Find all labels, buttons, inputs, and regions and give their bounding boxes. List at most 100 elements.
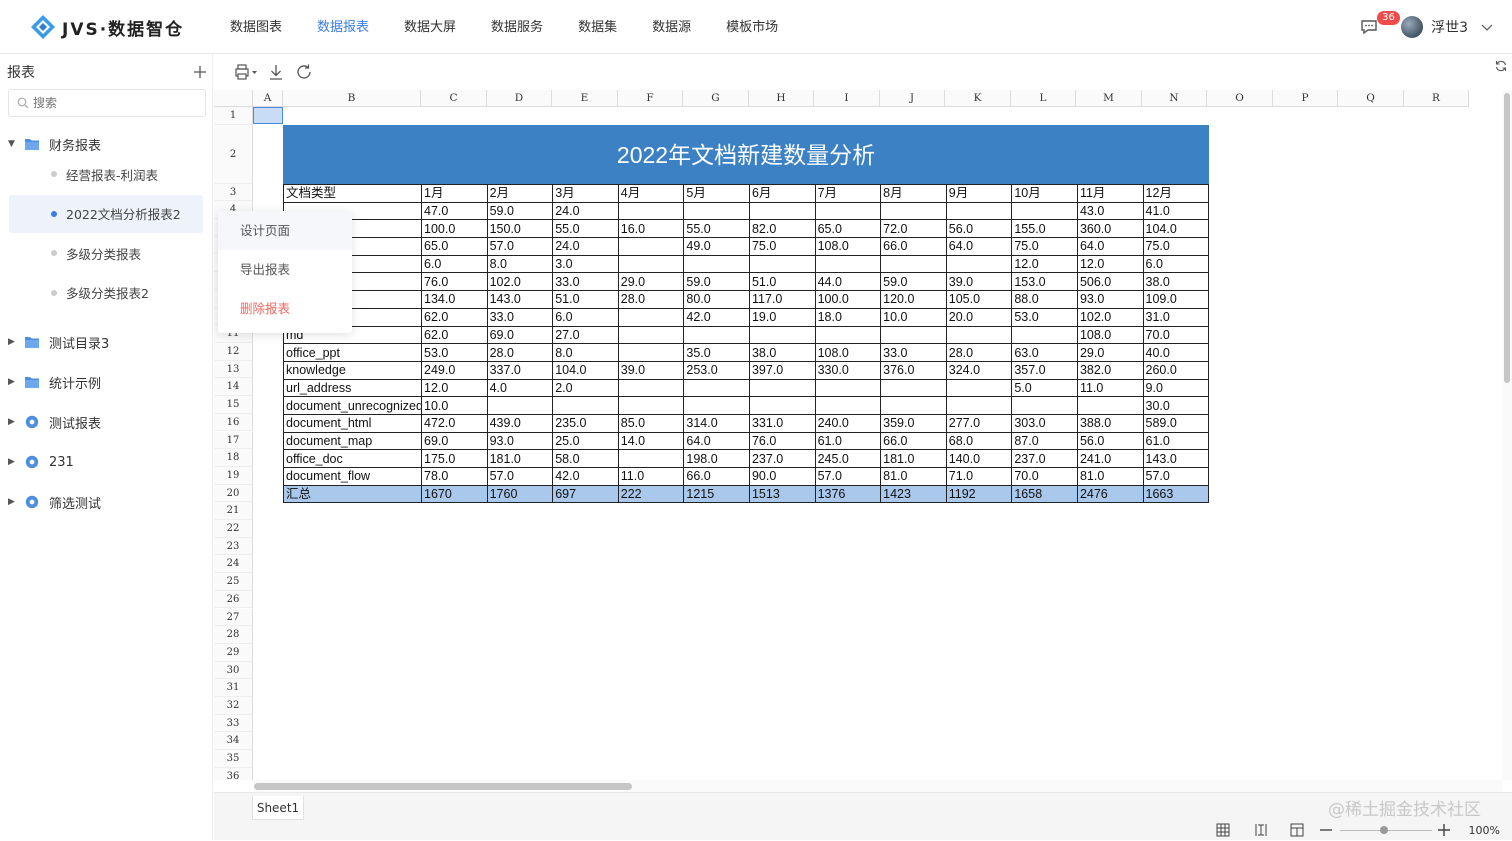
table-cell[interactable]: 100.0 [814,290,882,309]
table-cell[interactable]: 72.0 [880,219,947,239]
tree-report-3[interactable]: 多级分类报表2 [9,274,203,312]
tree-folder-1[interactable]: ▶ 测试目录3 [0,323,213,361]
column-header[interactable]: J [880,90,945,107]
table-cell[interactable]: 143.0 [1142,449,1210,468]
row-header[interactable]: 27 [214,608,253,627]
table-cell[interactable]: 357.0 [1011,360,1078,380]
table-cell[interactable] [814,396,882,415]
table-cell[interactable]: 277.0 [945,413,1013,433]
table-cell[interactable]: 1658 [1011,484,1078,504]
table-cell[interactable]: 1670 [421,484,488,504]
column-header[interactable]: F [618,90,683,107]
table-cell[interactable]: 108.0 [814,343,882,362]
table-cell[interactable]: 11.0 [1076,378,1144,398]
table-cell[interactable]: 303.0 [1011,413,1078,433]
table-cell[interactable]: 198.0 [683,449,750,468]
username[interactable]: 浮世3 [1431,17,1468,37]
table-cell[interactable] [617,449,685,468]
table-cell[interactable]: 62.0 [421,325,488,345]
row-header[interactable]: 33 [214,714,253,733]
column-header[interactable]: G [683,90,749,107]
table-cell[interactable]: 108.0 [1076,325,1144,345]
table-cell[interactable]: 222 [617,484,685,504]
table-cell[interactable]: 109.0 [1142,290,1210,309]
table-cell[interactable]: office_ppt [283,343,422,362]
message-icon[interactable]: 36 [1359,11,1400,37]
table-cell[interactable]: 31.0 [1142,307,1210,327]
row-header[interactable]: 20 [214,484,253,503]
tree-folder-3[interactable]: ▶ 测试报表 [0,403,213,441]
table-cell[interactable]: 57.0 [814,467,882,486]
table-cell[interactable]: 61.0 [1142,431,1210,451]
table-cell[interactable] [814,201,882,221]
row-header[interactable]: 31 [214,679,253,697]
table-cell[interactable]: 43.0 [1076,201,1144,221]
table-cell[interactable]: 241.0 [1076,449,1144,468]
menu-delete-report[interactable]: 删除报表 [218,289,352,328]
column-header[interactable]: P [1273,90,1338,107]
table-cell[interactable]: 150.0 [486,219,554,239]
table-cell[interactable] [552,396,619,415]
table-cell[interactable]: 66.0 [880,431,947,451]
column-header[interactable]: B [283,90,421,107]
table-cell[interactable]: 85.0 [617,413,685,433]
caret-right-icon[interactable]: ▶ [8,497,24,507]
table-cell[interactable]: 71.0 [945,467,1013,486]
row-header[interactable]: 3 [214,183,253,202]
table-cell[interactable]: 90.0 [748,467,816,486]
table-cell[interactable]: 80.0 [683,290,750,309]
table-cell[interactable]: 41.0 [1142,201,1210,221]
table-cell[interactable]: 249.0 [421,360,488,380]
search-box[interactable] [8,89,206,117]
avatar[interactable] [1401,16,1424,38]
table-cell[interactable]: 82.0 [748,219,816,239]
table-cell[interactable]: 1192 [945,484,1013,504]
table-cell[interactable]: 2476 [1076,484,1144,504]
table-cell[interactable]: 8.0 [552,343,619,362]
row-header[interactable]: 34 [214,732,253,751]
table-cell[interactable]: 70.0 [1011,467,1078,486]
column-header[interactable]: R [1404,90,1469,107]
nav-item-4[interactable]: 数据集 [578,0,617,54]
table-cell[interactable]: 388.0 [1076,413,1144,433]
column-header[interactable]: Q [1338,90,1404,107]
table-cell[interactable]: 69.0 [486,325,554,345]
table-cell[interactable]: 6.0 [552,307,619,327]
table-cell[interactable]: 10.0 [421,396,488,415]
table-cell[interactable]: 68.0 [945,431,1013,451]
table-cell[interactable]: 237.0 [748,449,816,468]
table-cell[interactable] [748,254,816,274]
tree-folder-4[interactable]: ▶ 231 [0,443,213,481]
add-icon[interactable] [193,65,207,79]
row-header[interactable]: 29 [214,643,253,662]
table-cell[interactable] [814,254,882,274]
table-cell[interactable] [814,325,882,345]
table-cell[interactable]: 35.0 [683,343,750,362]
table-cell[interactable]: 49.0 [683,237,750,256]
table-cell[interactable]: 140.0 [945,449,1013,468]
table-cell[interactable]: 59.0 [486,201,554,221]
table-cell[interactable] [1011,325,1078,345]
table-cell[interactable]: 235.0 [552,413,619,433]
table-cell[interactable]: 58.0 [552,449,619,468]
table-cell[interactable] [945,378,1013,398]
table-cell[interactable]: 29.0 [617,272,685,292]
table-cell[interactable]: 39.0 [945,272,1013,292]
zoom-slider-handle[interactable] [1380,826,1388,834]
table-cell[interactable]: 237.0 [1011,449,1078,468]
table-cell[interactable]: 6.0 [421,254,488,274]
sync-icon[interactable] [1494,59,1508,73]
table-cell[interactable]: 1215 [683,484,750,504]
table-cell[interactable]: 64.0 [1076,237,1144,256]
table-cell[interactable]: 117.0 [748,290,816,309]
table-cell[interactable]: 78.0 [421,467,488,486]
table-cell[interactable]: 260.0 [1142,360,1210,380]
table-cell[interactable]: 75.0 [1011,237,1078,256]
column-header[interactable]: L [1011,90,1076,107]
table-cell[interactable]: 33.0 [552,272,619,292]
table-cell[interactable]: 87.0 [1011,431,1078,451]
table-cell[interactable]: 153.0 [1011,272,1078,292]
table-cell[interactable]: 81.0 [1076,467,1144,486]
table-cell[interactable]: 28.0 [486,343,554,362]
tree-folder-5[interactable]: ▶ 筛选测试 [0,483,213,521]
